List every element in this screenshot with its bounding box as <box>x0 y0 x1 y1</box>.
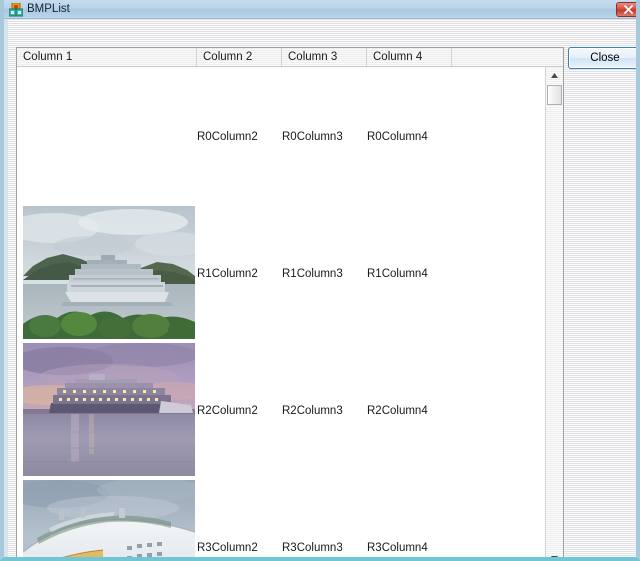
row-2-column-2: R2Column2 <box>197 405 258 417</box>
row-3-column-4: R3Column4 <box>367 542 428 554</box>
close-icon <box>623 5 633 14</box>
row-2-column-3: R2Column3 <box>282 405 343 417</box>
row-3-column-3: R3Column3 <box>282 542 343 554</box>
close-button[interactable]: Close <box>568 47 636 69</box>
cruise-ship-closeup-image <box>23 480 195 557</box>
title-bar[interactable]: BMPList <box>4 0 636 19</box>
table-row[interactable]: R0Column2 R0Column3 R0Column4 <box>17 67 545 204</box>
scroll-thumb[interactable] <box>547 85 562 105</box>
row-1-column-4: R1Column4 <box>367 268 428 280</box>
scroll-up-arrow-icon <box>551 73 558 78</box>
listview-vertical-scrollbar[interactable] <box>545 67 563 557</box>
window-title: BMPList <box>27 3 70 15</box>
scroll-down-arrow-icon <box>551 556 558 557</box>
client-area: Close Column 1 Column 2 Column 3 Column … <box>8 19 636 557</box>
row-1-column-2: R1Column2 <box>197 268 258 280</box>
table-row[interactable]: R2Column2 R2Column3 R2Column4 <box>17 341 545 478</box>
column-header-2[interactable]: Column 2 <box>197 48 282 66</box>
row-3-column-2: R3Column2 <box>197 542 258 554</box>
listview-rows: R0Column2 R0Column3 R0Column4 R1Column2 … <box>17 67 545 557</box>
scroll-down-button[interactable] <box>546 550 563 557</box>
column-header-3[interactable]: Column 3 <box>282 48 367 66</box>
row-0-column-2: R0Column2 <box>197 131 258 143</box>
column-header-4[interactable]: Column 4 <box>367 48 452 66</box>
close-button-label: Close <box>590 52 620 64</box>
column-header-filler <box>452 48 545 66</box>
row-1-column-3: R1Column3 <box>282 268 343 280</box>
table-row[interactable]: R1Column2 R1Column3 R1Column4 <box>17 204 545 341</box>
table-row[interactable]: R3Column2 R3Column3 R3Column4 <box>17 478 545 557</box>
row-0-column-4: R0Column4 <box>367 131 428 143</box>
column-header-1[interactable]: Column 1 <box>17 48 197 66</box>
cruise-ship-sunset-image <box>23 343 195 476</box>
listview-header: Column 1 Column 2 Column 3 Column 4 <box>17 48 563 67</box>
row-2-column-4: R2Column4 <box>367 405 428 417</box>
cruise-ship-bay-image <box>23 206 195 339</box>
window-close-button[interactable] <box>616 2 636 17</box>
bmplist-window: BMPList Close Column 1 Column 2 Column 3… <box>0 0 640 561</box>
app-bmplist-icon <box>8 2 24 17</box>
bmp-listview[interactable]: Column 1 Column 2 Column 3 Column 4 R0Co… <box>16 47 564 557</box>
scroll-up-button[interactable] <box>546 67 563 84</box>
row-0-column-3: R0Column3 <box>282 131 343 143</box>
